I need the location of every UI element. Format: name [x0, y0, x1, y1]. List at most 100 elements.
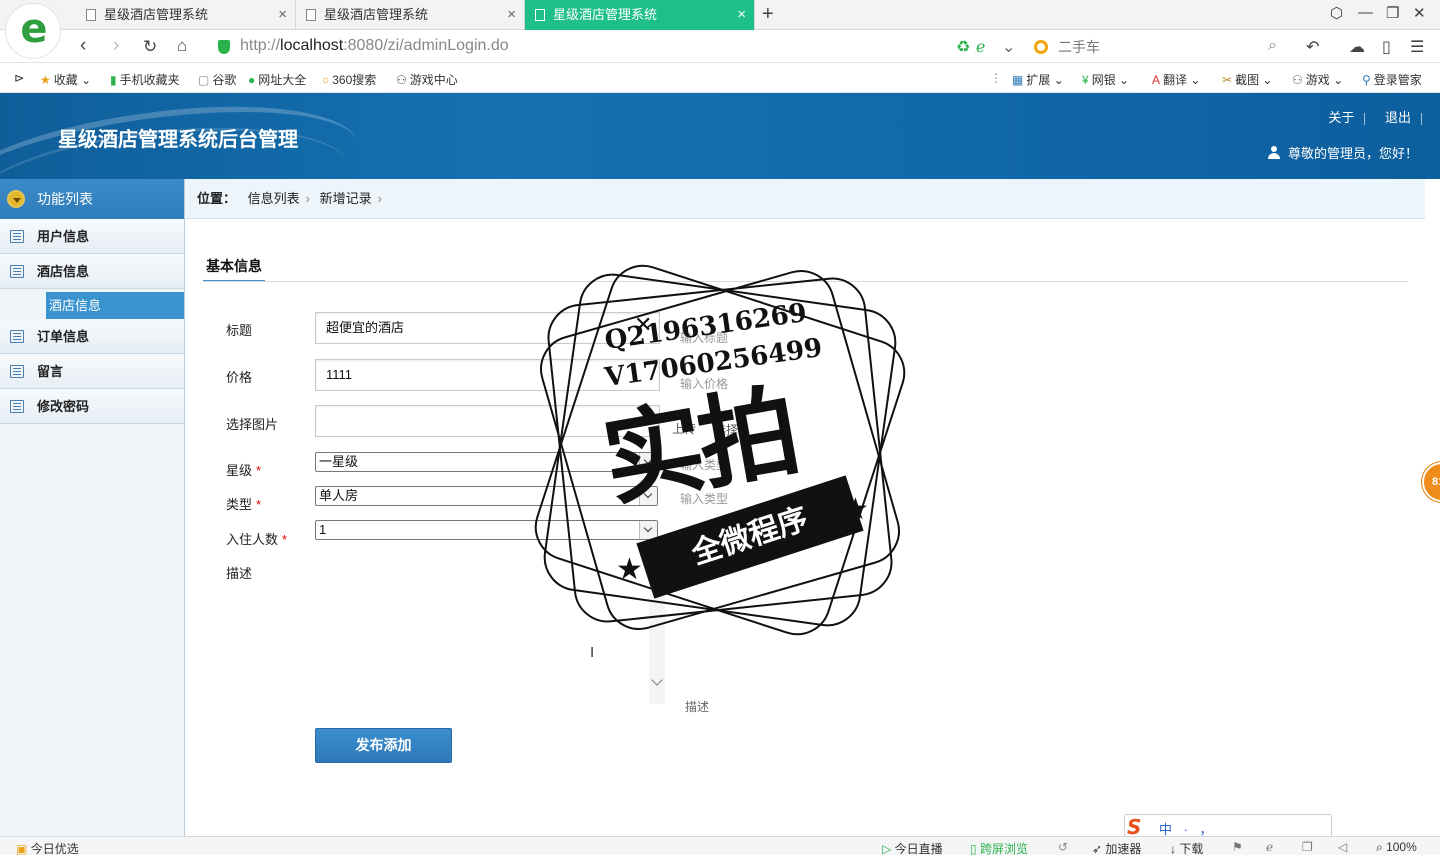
sidebar-item-hotels[interactable]: 酒店信息	[0, 254, 184, 289]
greeting-text: 尊敬的管理员，您好！	[1287, 146, 1418, 161]
list-icon	[10, 230, 24, 243]
forward-icon[interactable]: ›	[113, 35, 119, 57]
refresh-speed-icon[interactable]: ♻	[956, 37, 970, 57]
sidebar-toggle-icon[interactable]: ⊳	[14, 71, 24, 85]
list-icon	[10, 365, 24, 378]
cloud-icon[interactable]: ☁	[1349, 37, 1365, 57]
status-history-icon[interactable]: ↺	[1058, 840, 1068, 854]
bookmark-games[interactable]: ⚇ 游戏中心	[396, 71, 458, 88]
flag-icon[interactable]: ⚑	[1232, 840, 1243, 854]
ie-mode-icon[interactable]: ℯ	[976, 37, 985, 57]
tab-basic-info[interactable]: 基本信息	[203, 256, 265, 282]
choose-file-button[interactable]: 选择	[714, 421, 738, 438]
toolbar-label: 截图	[1235, 73, 1260, 87]
star-select[interactable]: 一星级	[315, 452, 658, 472]
window-icon[interactable]: ❐	[1302, 840, 1313, 854]
sidebar-item-messages[interactable]: 留言	[0, 354, 184, 389]
toolbar-login-manager[interactable]: ⚲ 登录管家	[1362, 71, 1422, 88]
chevron-down-icon[interactable]: ⌄	[1002, 37, 1015, 57]
type-label: 类型 *	[226, 494, 261, 513]
skin-icon[interactable]: ⬡	[1330, 4, 1343, 22]
floating-badge[interactable]: 81	[1422, 462, 1440, 502]
chevron-down-icon	[639, 453, 657, 471]
reload-icon[interactable]: ↻	[143, 37, 157, 57]
browser-logo[interactable]: e	[6, 4, 60, 58]
close-window-icon[interactable]: ✕	[1413, 4, 1426, 22]
image-path-input[interactable]	[315, 405, 660, 437]
browser-tab-3-active[interactable]: 星级酒店管理系统 ×	[525, 0, 755, 30]
breadcrumb-label: 位置：	[197, 191, 237, 206]
text-cursor-icon: I	[590, 644, 595, 661]
globe-icon: ●	[248, 73, 256, 87]
bookmark-favorites[interactable]: ★ 收藏 ⌄	[40, 71, 91, 88]
chevron-right-icon: ›	[377, 191, 382, 206]
more-icon[interactable]: ⋮	[990, 71, 1002, 85]
price-input[interactable]: 1111	[315, 359, 660, 391]
close-tab-icon[interactable]: ×	[737, 0, 746, 30]
status-download[interactable]: ↓ 下载	[1170, 840, 1203, 857]
back-icon[interactable]: ‹	[80, 35, 86, 57]
bookmark-directory[interactable]: ● 网址大全	[248, 71, 306, 88]
status-live[interactable]: ▷ 今日直播	[882, 840, 943, 857]
url-host: localhost	[280, 37, 344, 54]
minimize-icon[interactable]: —	[1358, 4, 1373, 21]
guests-select[interactable]: 1	[315, 520, 658, 540]
description-scrollbar[interactable]	[649, 566, 665, 704]
upload-button[interactable]: 上传	[672, 420, 696, 437]
status-cross-screen[interactable]: ▯ 跨屏浏览	[970, 840, 1028, 857]
submenu-item-hotels[interactable]: 酒店信息	[46, 292, 184, 319]
sidebar: 功能列表 用户信息 酒店信息 酒店信息 订单信息 留言 修改密码	[0, 179, 185, 836]
translate-icon: A	[1152, 73, 1161, 87]
browser-logo-icon: e	[20, 6, 48, 52]
sidebar-heading[interactable]: 功能列表	[0, 179, 184, 219]
close-tab-icon[interactable]: ×	[278, 0, 287, 30]
star-hint: 输入类型	[680, 458, 729, 472]
bookmark-mobile[interactable]: ▮ 手机收藏夹	[110, 71, 180, 88]
logout-link[interactable]: 退出	[1385, 110, 1411, 125]
search-engine-icon[interactable]	[1034, 40, 1048, 54]
required-mark: *	[256, 497, 262, 512]
status-accelerator[interactable]: ➶ 加速器	[1092, 840, 1141, 857]
submit-button[interactable]: 发布添加	[315, 728, 452, 763]
undo-icon[interactable]: ↶	[1306, 37, 1319, 57]
daily-picks[interactable]: ▣ 今日优选	[16, 840, 79, 857]
price-hint: 输入价格	[680, 377, 729, 391]
toolbar-banking[interactable]: ¥ 网银 ⌄	[1082, 71, 1129, 88]
new-tab-button[interactable]: +	[762, 3, 774, 26]
phone-icon[interactable]: ▯	[1382, 37, 1391, 57]
type-select[interactable]: 单人房	[315, 486, 658, 506]
browser-tab-1[interactable]: 星级酒店管理系统 ×	[76, 0, 296, 30]
home-icon[interactable]: ⌂	[177, 36, 187, 56]
mute-icon[interactable]: ◁	[1338, 840, 1347, 854]
search-icon[interactable]: ⌕	[1268, 37, 1277, 55]
toolbar-extensions[interactable]: ▦ 扩展 ⌄	[1012, 71, 1064, 88]
title-input[interactable]: 超便宜的酒店	[315, 312, 660, 344]
breadcrumb-item-list[interactable]: 信息列表	[248, 191, 300, 206]
bookmark-google[interactable]: ▢ 谷歌	[198, 71, 236, 88]
toolbar-games[interactable]: ⚇ 游戏 ⌄	[1292, 71, 1343, 88]
sidebar-item-label: 留言	[37, 364, 64, 379]
sidebar-item-orders[interactable]: 订单信息	[0, 319, 184, 354]
bookmark-360search[interactable]: ○ 360搜索	[322, 71, 376, 88]
sidebar-item-users[interactable]: 用户信息	[0, 219, 184, 254]
toolbar-translate[interactable]: A 翻译 ⌄	[1152, 71, 1200, 88]
status-label: 今日直播	[894, 842, 943, 856]
url-field[interactable]: http://localhost:8080/zi/adminLogin.do	[240, 37, 509, 55]
sidebar-item-label: 订单信息	[37, 329, 90, 344]
browser-tab-2[interactable]: 星级酒店管理系统 ×	[296, 0, 525, 30]
search-input[interactable]: 二手车	[1058, 37, 1100, 57]
about-link[interactable]: 关于	[1328, 110, 1354, 125]
star-label: 星级 *	[226, 460, 261, 479]
guests-label: 入住人数 *	[226, 529, 287, 548]
header-links: 关于 退出	[1312, 107, 1422, 126]
restore-icon[interactable]: ❐	[1386, 4, 1399, 22]
breadcrumb-item-new[interactable]: 新增记录	[320, 191, 372, 206]
toolbar-screenshot[interactable]: ✂ 截图 ⌄	[1222, 71, 1272, 88]
sidebar-item-change-password[interactable]: 修改密码	[0, 389, 184, 424]
zoom-level[interactable]: ⌕ 100%	[1376, 840, 1417, 855]
ime-toolbar[interactable]: S 中 · ，	[1124, 814, 1332, 839]
toolbar-label: 登录管家	[1373, 73, 1422, 87]
menu-icon[interactable]: ☰	[1410, 37, 1424, 57]
close-tab-icon[interactable]: ×	[507, 0, 516, 30]
ie-icon[interactable]: ℯ	[1266, 840, 1273, 854]
